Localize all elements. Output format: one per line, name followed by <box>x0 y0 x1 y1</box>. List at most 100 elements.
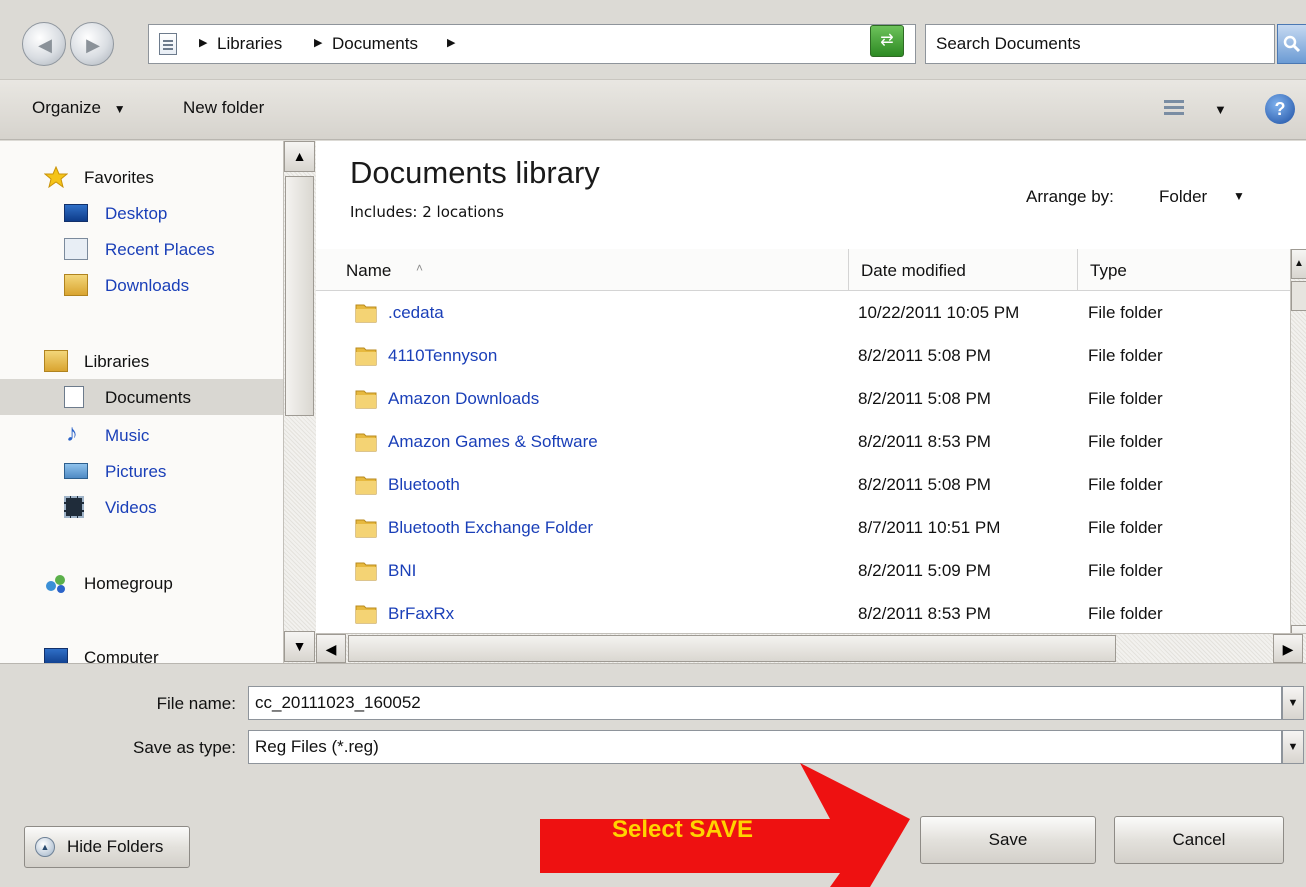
breadcrumb-separator-icon[interactable]: ▶ <box>199 36 207 49</box>
recent-places-icon <box>64 238 88 260</box>
column-header-type[interactable]: Type <box>1078 249 1290 291</box>
new-folder-button[interactable]: New folder <box>183 98 264 118</box>
file-type-cell: File folder <box>1088 561 1163 580</box>
file-type-cell: File folder <box>1088 303 1163 322</box>
scroll-thumb[interactable] <box>348 635 1116 662</box>
hide-folders-button[interactable]: ▲ Hide Folders <box>24 826 190 868</box>
file-row[interactable]: Bluetooth 8/2/2011 5:08 PM File folder <box>316 463 1290 506</box>
scroll-up-arrow-icon[interactable]: ▲ <box>1291 249 1306 279</box>
file-type-cell: File folder <box>1088 518 1163 537</box>
scroll-down-arrow-icon[interactable]: ▼ <box>284 631 315 662</box>
address-field[interactable]: ▶ Libraries ▶ Documents ▶ ▼ <box>148 24 1001 64</box>
nav-videos[interactable]: Videos <box>0 489 283 525</box>
file-type-cell: File folder <box>1088 604 1163 623</box>
file-row[interactable]: Bluetooth Exchange Folder 8/7/2011 10:51 … <box>316 506 1290 549</box>
file-row[interactable]: .cedata 10/22/2011 10:05 PM File folder <box>316 291 1290 334</box>
organize-button[interactable]: Organize ▼ <box>32 98 126 118</box>
computer-icon <box>44 648 68 663</box>
column-header-date[interactable]: Date modified <box>849 249 1078 291</box>
file-row[interactable]: Amazon Downloads 8/2/2011 5:08 PM File fol… <box>316 377 1290 420</box>
file-row[interactable]: Amazon Games & Software 8/2/2011 8:53 PM F… <box>316 420 1290 463</box>
arrange-by-label: Arrange by: <box>1026 187 1114 206</box>
file-type-cell: File folder <box>1088 475 1163 494</box>
file-name-dropdown-icon[interactable]: ▼ <box>1282 686 1304 720</box>
navigation-scrollbar[interactable]: ▲ ▼ <box>283 141 316 663</box>
file-date-cell: 10/22/2011 10:05 PM <box>858 303 1020 322</box>
breadcrumb-separator-icon[interactable]: ▶ <box>314 36 322 49</box>
film-icon <box>64 496 84 518</box>
nav-documents[interactable]: Documents <box>0 379 283 415</box>
folder-icon <box>355 562 377 581</box>
nav-libraries[interactable]: Libraries <box>0 343 283 379</box>
scroll-left-arrow-icon[interactable]: ◀ <box>316 634 346 663</box>
library-title: Documents library <box>350 155 600 190</box>
breadcrumb-documents[interactable]: Documents <box>332 34 418 54</box>
document-icon <box>159 33 177 55</box>
file-list-pane: Documents library Includes: 2 locations … <box>316 141 1306 663</box>
scroll-thumb[interactable] <box>285 176 314 416</box>
pictures-icon <box>64 463 88 479</box>
file-name-cell: Bluetooth <box>388 475 460 494</box>
file-name-input[interactable]: cc_20111023_160052 <box>248 686 1282 720</box>
help-icon[interactable]: ? <box>1265 94 1295 124</box>
views-dropdown-icon[interactable]: ▼ <box>1214 102 1227 117</box>
nav-favorites[interactable]: Favorites <box>0 159 283 195</box>
scroll-thumb[interactable] <box>1291 281 1306 311</box>
file-date-cell: 8/2/2011 8:53 PM <box>858 604 991 623</box>
nav-homegroup[interactable]: Homegroup <box>0 565 283 601</box>
breadcrumb-libraries[interactable]: Libraries <box>217 34 282 54</box>
file-name-cell: Bluetooth Exchange Folder <box>388 518 594 537</box>
nav-recent-places[interactable]: Recent Places <box>0 231 283 267</box>
folder-icon <box>355 347 377 366</box>
save-as-type-dropdown-icon[interactable]: ▼ <box>1282 730 1304 764</box>
libraries-icon <box>44 350 68 372</box>
command-toolbar: Organize ▼ New folder ▼ ? <box>0 80 1306 140</box>
nav-downloads[interactable]: Downloads <box>0 267 283 303</box>
desktop-icon <box>64 204 88 222</box>
save-as-type-select[interactable]: Reg Files (*.reg) <box>248 730 1282 764</box>
file-row[interactable]: BrFaxRx 8/2/2011 8:53 PM File folder <box>316 592 1290 635</box>
file-name-cell: Amazon Downloads <box>388 389 540 408</box>
select-save-callout-text: Select SAVE <box>612 816 753 843</box>
nav-desktop[interactable]: Desktop <box>0 195 283 231</box>
cancel-button[interactable]: Cancel <box>1114 816 1284 864</box>
file-name-cell: BNI <box>388 561 417 580</box>
file-type-cell: File folder <box>1088 432 1163 451</box>
breadcrumb-separator-icon[interactable]: ▶ <box>447 36 455 49</box>
file-date-cell: 8/2/2011 5:08 PM <box>858 389 991 408</box>
nav-pictures[interactable]: Pictures <box>0 453 283 489</box>
file-type-cell: File folder <box>1088 389 1163 408</box>
search-icon <box>1283 35 1301 53</box>
forward-arrow-icon: ▶ <box>86 35 100 55</box>
downloads-folder-icon <box>64 274 88 296</box>
arrange-by-dropdown-icon[interactable]: ▼ <box>1233 189 1245 203</box>
back-button[interactable]: ◀ <box>22 22 66 66</box>
folder-icon <box>355 304 377 323</box>
file-date-cell: 8/2/2011 8:53 PM <box>858 432 991 451</box>
search-button[interactable] <box>1277 24 1306 64</box>
file-type-cell: File folder <box>1088 346 1163 365</box>
file-row[interactable]: 4110Tennyson 8/2/2011 5:08 PM File folder <box>316 334 1290 377</box>
column-header-name[interactable]: Name ˄ <box>334 249 849 291</box>
arrange-by-value[interactable]: Folder <box>1159 187 1207 207</box>
homegroup-icon <box>46 575 65 593</box>
file-name-label: File name: <box>156 694 236 713</box>
nav-computer[interactable]: Computer <box>0 639 283 663</box>
file-list-horizontal-scrollbar[interactable]: ◀ ▶ <box>316 633 1306 663</box>
refresh-button[interactable]: ⇄ <box>870 25 904 57</box>
file-row[interactable]: BNI 8/2/2011 5:09 PM File folder <box>316 549 1290 592</box>
folder-icon <box>355 433 377 452</box>
file-name-cell: 4110Tennyson <box>388 346 498 365</box>
refresh-icon: ⇄ <box>880 32 894 49</box>
folder-icon <box>355 605 377 624</box>
file-list-vertical-scrollbar[interactable]: ▲ ▼ <box>1290 249 1306 663</box>
save-button[interactable]: Save <box>920 816 1096 864</box>
scroll-right-arrow-icon[interactable]: ▶ <box>1273 634 1303 663</box>
forward-button[interactable]: ▶ <box>70 22 114 66</box>
sort-arrow-icon: ˄ <box>416 261 424 275</box>
library-locations-link[interactable]: Includes: 2 locations <box>350 203 504 221</box>
search-input[interactable]: Search Documents <box>925 24 1275 64</box>
nav-music[interactable]: ♪ Music <box>0 417 283 453</box>
scroll-up-arrow-icon[interactable]: ▲ <box>284 141 315 172</box>
views-icon[interactable] <box>1160 96 1188 122</box>
